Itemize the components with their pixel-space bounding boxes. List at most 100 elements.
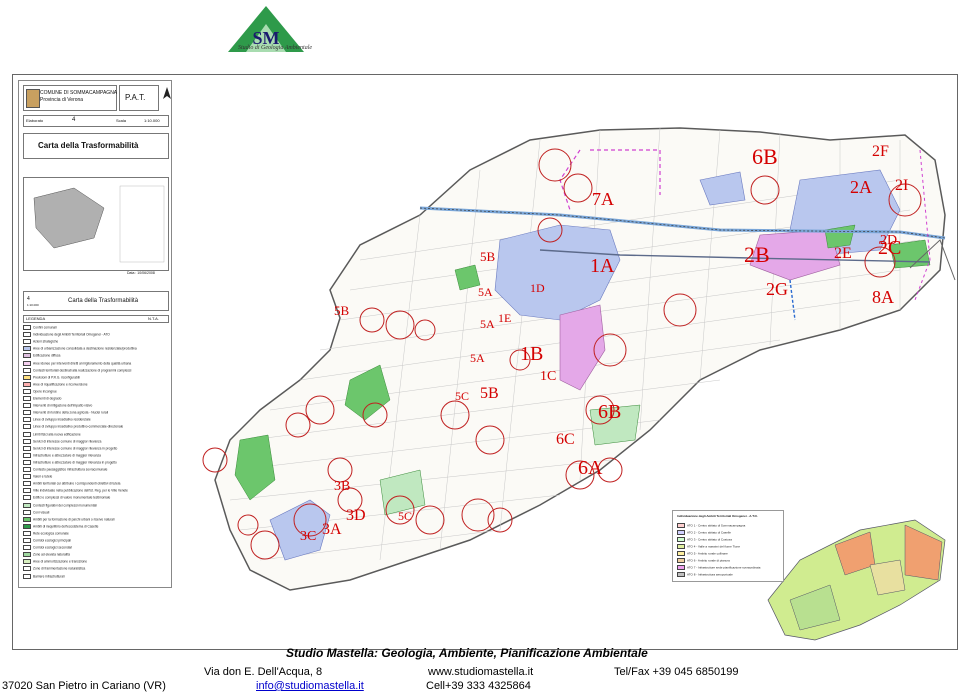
ato-legend-row-label: ATO 8 - Infrastruttura aeroportuale — [687, 572, 733, 577]
ato-label: 2B — [744, 242, 770, 267]
legend-row-label: Edificazione diffusa — [33, 353, 61, 358]
cell-phone: Cell+39 333 4325864 — [426, 680, 531, 692]
legend-row-label: Previsioni di P.R.G. riconfigurabili — [33, 375, 80, 380]
tavola-num: 4 — [27, 296, 30, 302]
legend-swatch — [23, 488, 31, 494]
legend-row-label: Confini comunali — [33, 325, 57, 330]
legend-row-label: Coni visuali — [33, 509, 50, 514]
ato-legend-row: ATO 2 - Centro abitato di Caselle — [677, 530, 731, 535]
legend-swatch — [23, 353, 31, 359]
legend-row: Aree di ammortizzazione e transizione — [23, 559, 167, 565]
elaborato-num: 4 — [72, 117, 76, 123]
ato-legend-swatch — [677, 558, 685, 563]
legend-row: Servizi di interesse comune di maggior r… — [23, 438, 167, 444]
legend-row-label: Interventi di riordino della zona agrico… — [33, 410, 109, 415]
legend-row: Ville individuate nella pubblicazione de… — [23, 488, 167, 494]
comune-name: COMUNE DI SOMMACAMPAGNA — [40, 90, 118, 96]
tel-fax: Tel/Fax +39 045 6850199 — [614, 666, 739, 678]
legend-row-label: Limiti fisici alla nuova edificazione — [33, 431, 81, 436]
email-link[interactable]: info@studiomastella.it — [256, 680, 364, 692]
legend-row-label: Infrastrutture e attrezzature di maggior… — [33, 453, 101, 458]
ato-label: 1E — [498, 311, 512, 325]
legend-row-label: Infrastrutture e attrezzature di maggior… — [33, 460, 117, 465]
ato-label: 5B — [334, 303, 350, 318]
ato-legend-row-label: ATO 1 - Centro abitato di Sommacampagna — [687, 523, 746, 528]
north-arrow-icon — [162, 87, 171, 101]
ato-legend-row: ATO 8 - Infrastruttura aeroportuale — [677, 572, 733, 577]
ato-label: 1C — [540, 369, 557, 384]
legend-row: Linee di sviluppo insediativo residenzia… — [23, 417, 167, 423]
legend-row-label: Elementi di degrado — [33, 396, 62, 401]
legend-row: Zone ad elevata naturalità — [23, 552, 167, 558]
website-link[interactable]: www.studiomastella.it — [428, 666, 533, 678]
legend-swatch — [23, 410, 31, 416]
location-minimap — [23, 177, 169, 271]
ato-label: 5C — [398, 509, 413, 523]
legend-row-label: Interventi di mitigazione dell'impatto v… — [33, 403, 93, 408]
ato-label: 2G — [766, 279, 788, 299]
legend-swatch — [23, 467, 31, 472]
legend-row-label: Aree di urbanizzazione consolidata a des… — [33, 346, 137, 351]
ato-legend-row-label: ATO 4 - Valle a massimi del fiume Tione — [687, 544, 741, 549]
scala-value: 1:10.000 — [144, 118, 160, 123]
ato-label: 5B — [480, 385, 499, 402]
ato-label: 2I — [895, 177, 909, 194]
legend-row-label: Individuazione degli Ambiti Territoriali… — [33, 332, 110, 337]
legend-row: Previsioni di P.R.G. riconfigurabili — [23, 374, 167, 380]
ato-label: 6B — [598, 401, 622, 423]
legend-row: Linee di sviluppo insediativo produttivo… — [23, 424, 167, 430]
legend-swatch — [23, 396, 31, 401]
ato-legend-row: ATO 1 - Centro abitato di Sommacampagna — [677, 523, 745, 528]
legend-row: Ambiti di riequilibrio dell'ecosistema d… — [23, 523, 167, 529]
legend-row: Interventi di riordino della zona agrico… — [23, 410, 167, 416]
legend-row-label: Azioni strategiche — [33, 339, 59, 344]
ato-label: 5A — [478, 285, 493, 299]
date-label: Data : 10/06/2008 — [127, 271, 155, 275]
legend-row: Edifici e complessi di valore monumental… — [23, 495, 167, 501]
tavola-scale: 1:10.000 — [27, 303, 39, 307]
legend-row-label: Aree di ammortizzazione e transizione — [33, 559, 88, 564]
legend-row-label: Contesti figurativi dei complessi monume… — [33, 502, 97, 507]
municipal-crest-icon — [26, 89, 40, 108]
legend-swatch — [23, 381, 31, 387]
ato-legend-row: ATO 5 - Ambito rurale collinare — [677, 551, 728, 556]
legend-swatch — [23, 509, 31, 515]
legend-row: Azioni strategiche — [23, 339, 167, 345]
legend-row-label: Linee di sviluppo insediativo produttivo… — [33, 424, 124, 429]
legend-swatch — [23, 367, 31, 373]
legend-row-label: Ambiti di riequilibrio dell'ecosistema d… — [33, 524, 99, 529]
legend-swatch — [23, 481, 31, 487]
ato-label: 8A — [872, 287, 894, 307]
ato-legend-swatch — [677, 572, 685, 577]
legend-swatch — [23, 523, 31, 529]
ato-legend-swatch — [677, 530, 685, 535]
ato-legend: Individuazione degli Ambiti Territoriali… — [672, 510, 784, 582]
legend-swatch — [23, 474, 31, 480]
legend-row: Barriere infrastrutturali — [23, 573, 167, 579]
legend-row: Ambiti territoriali cui attribuire i cor… — [23, 481, 167, 487]
ato-legend-row: ATO 4 - Valle a massimi del fiume Tione — [677, 544, 740, 549]
legend-swatch — [23, 360, 31, 366]
legend-swatch — [23, 552, 31, 558]
legend-row: Servizi di interesse comune di maggior r… — [23, 445, 167, 451]
legend-row: Opere incongrue — [23, 388, 167, 394]
legend-swatch — [23, 431, 31, 437]
legend-swatch — [23, 403, 31, 409]
legend-row: Interventi di mitigazione dell'impatto v… — [23, 403, 167, 409]
legend-row-label: Barriere infrastrutturali — [33, 573, 65, 578]
ato-overview-minimap — [767, 519, 946, 641]
legend-row-label: Edifici e complessi di valore monumental… — [33, 495, 111, 500]
legend-row: Contesto paesaggistico infrastruttura so… — [23, 467, 167, 472]
legend-row: Infrastrutture e attrezzature di maggior… — [23, 459, 167, 465]
doc-type-box: P.A.T. — [119, 85, 159, 111]
legend-swatch — [23, 445, 31, 451]
legend-row: Corridoi ecologici principali — [23, 538, 167, 543]
legend-row-label: Ambiti territoriali cui attribuire i cor… — [33, 481, 121, 486]
legend-row: Contesti figurativi dei complessi monume… — [23, 502, 167, 508]
city: 37020 San Pietro in Cariano (VR) — [2, 680, 166, 692]
legend-row: Aree di riqualificazione e riconversione — [23, 381, 167, 387]
ato-legend-row-label: ATO 5 - Ambito rurale collinare — [687, 551, 728, 556]
elaborato-box: Elaborato 4 Scala 1:10.000 — [23, 115, 169, 127]
ato-legend-swatch — [677, 523, 685, 528]
legend-row-label: Servizi di interesse comune di maggior r… — [33, 446, 118, 451]
